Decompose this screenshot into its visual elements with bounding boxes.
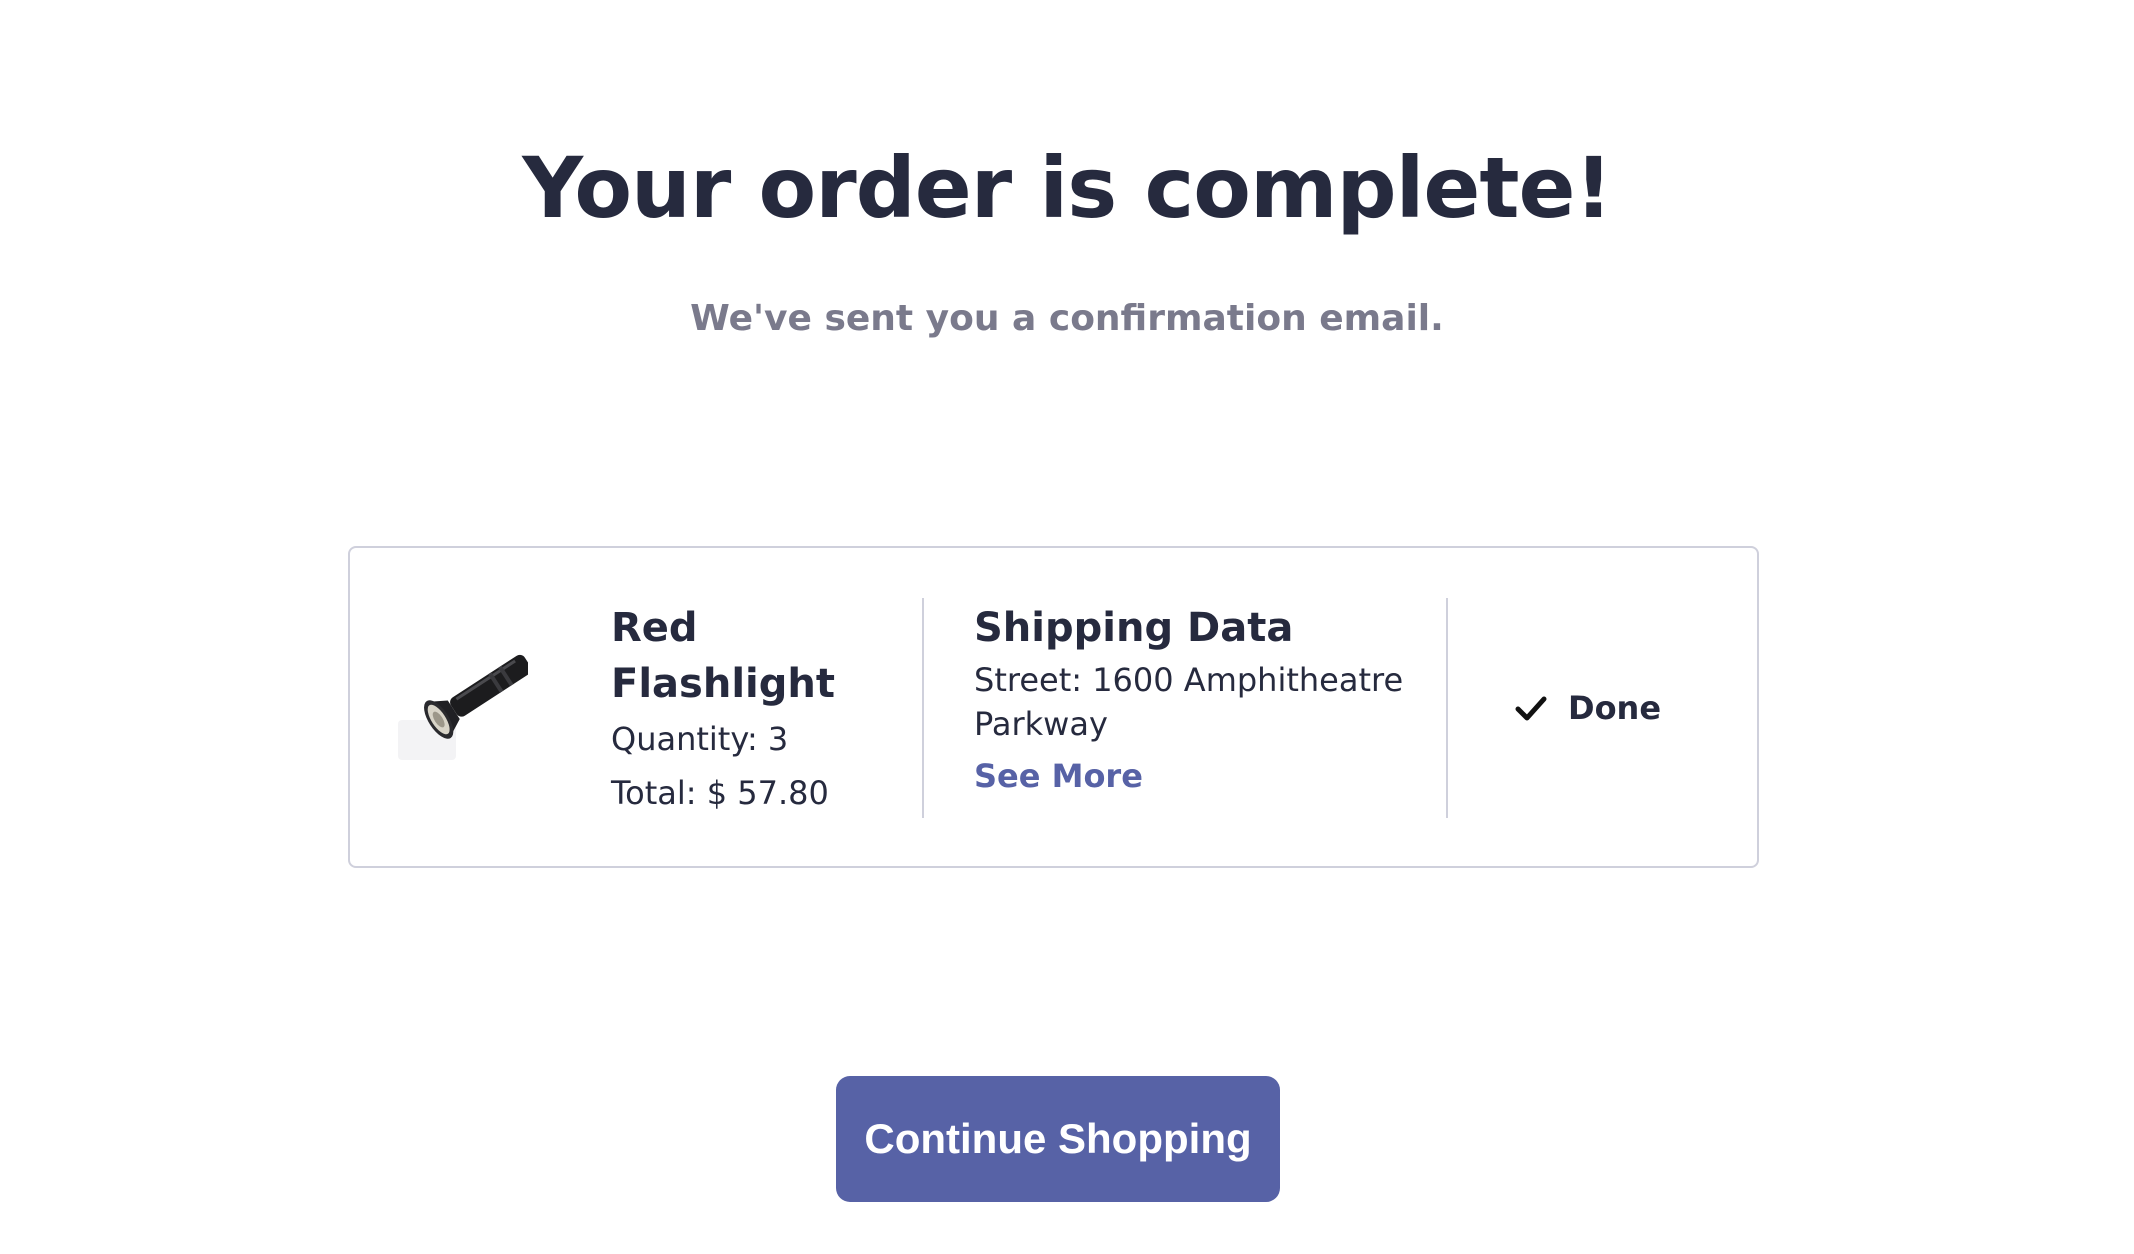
product-image xyxy=(398,628,528,768)
product-info: Red Flashlight Quantity: 3 Total: $ 57.8… xyxy=(611,600,891,820)
continue-shopping-button[interactable]: Continue Shopping xyxy=(836,1076,1280,1202)
check-icon xyxy=(1515,696,1547,721)
shipping-title: Shipping Data xyxy=(974,605,1294,651)
see-more-link[interactable]: See More xyxy=(974,754,1143,798)
page-title: Your order is complete! xyxy=(522,139,1613,237)
card-divider xyxy=(1446,598,1448,818)
card-divider xyxy=(922,598,924,818)
product-name: Red Flashlight xyxy=(611,605,835,707)
order-status: Done xyxy=(1514,686,1661,730)
shipping-street: Street: 1600 Amphitheatre Parkway xyxy=(974,661,1404,743)
product-quantity: Quantity: 3 xyxy=(611,720,789,758)
order-summary-card: Red Flashlight Quantity: 3 Total: $ 57.8… xyxy=(348,546,1759,868)
shipping-data-section: Shipping Data Street: 1600 Amphitheatre … xyxy=(974,600,1414,798)
status-label: Done xyxy=(1568,689,1662,727)
flashlight-icon xyxy=(424,654,528,739)
confirmation-subtitle: We've sent you a confirmation email. xyxy=(690,298,1444,339)
product-total: Total: $ 57.80 xyxy=(611,774,829,812)
